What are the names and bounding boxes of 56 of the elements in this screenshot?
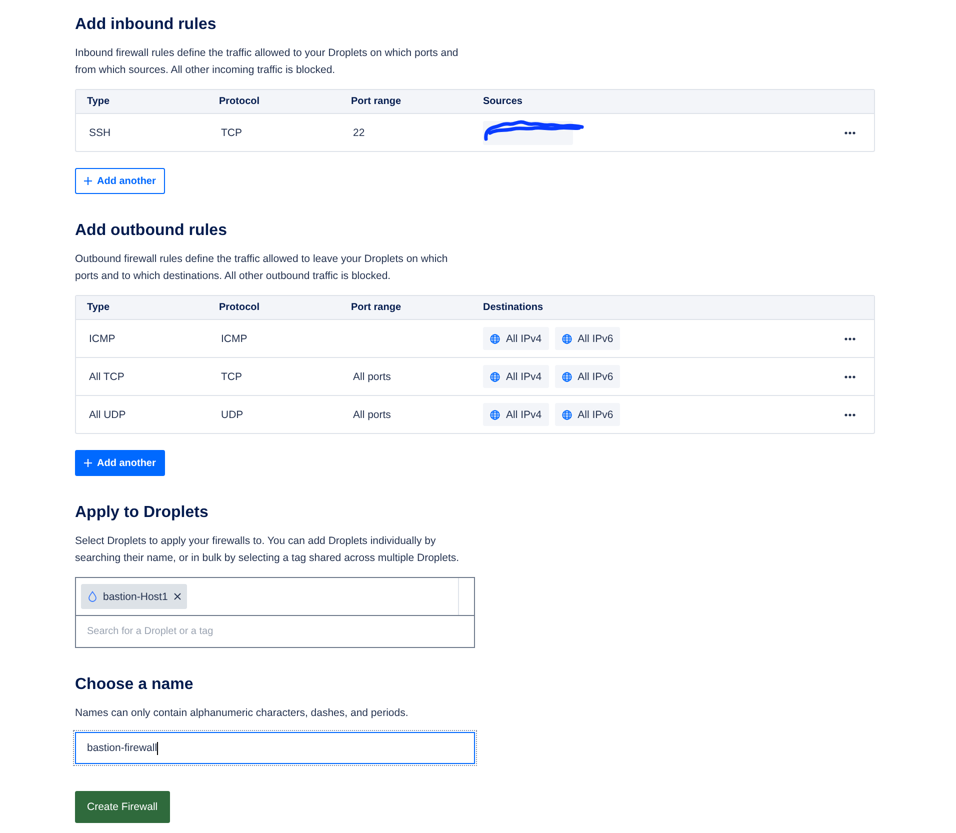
droplet-picker[interactable]: bastion-Host1 Search for a Droplet or a tag [75, 577, 475, 648]
port-range-cell-text: 22 [352, 126, 365, 138]
globe-icon [490, 334, 500, 344]
add-another-button[interactable]: Add another [75, 168, 165, 194]
chip-label: All IPv4 [506, 370, 542, 382]
more-options-icon[interactable] [844, 130, 856, 134]
column-header: Port range [351, 302, 402, 313]
globe-icon [490, 372, 500, 382]
type-cell-text: SSH [88, 126, 111, 138]
globe-icon [562, 410, 572, 420]
protocol-cell-text: UDP [220, 408, 244, 420]
section-title: Add inbound rules [75, 15, 218, 35]
column-header: Type [87, 302, 110, 313]
type-cell-text: All UDP [88, 408, 126, 420]
text-cursor [157, 742, 158, 754]
globe-icon [562, 372, 572, 382]
section-title: Choose a name [75, 675, 194, 695]
section-description: Inbound firewall rules define the traffic allowed to your Droplets on which ports and from which sources. All other incoming traffic is blocked. [75, 46, 460, 78]
type-cell-text: All TCP [88, 370, 124, 382]
chip-label: All IPv4 [506, 332, 542, 344]
column-header: Port range [351, 96, 402, 107]
section-description: Select Droplets to apply your firewalls to. You can add Droplets individually by searching their name, or in bulk by selecting a tag shared across multiple Droplets. [75, 534, 460, 566]
name-input[interactable]: bastion-firewall [75, 732, 475, 764]
port-range-cell-text: All ports [352, 370, 391, 382]
chip-label: All IPv4 [506, 408, 542, 420]
section-title: Apply to Droplets [75, 503, 210, 523]
type-cell-text: ICMP [88, 332, 116, 344]
column-header: Type [87, 96, 110, 107]
section-title: Add outbound rules [75, 221, 228, 241]
create-firewall-button[interactable]: Create Firewall [75, 791, 170, 823]
column-header: Sources [483, 96, 522, 107]
globe-icon [490, 410, 500, 420]
chip-label: All IPv6 [578, 370, 614, 382]
column-header: Destinations [483, 302, 544, 313]
close-icon[interactable] [174, 593, 181, 600]
port-range-cell-text: All ports [352, 408, 391, 420]
chip-label: All IPv6 [578, 408, 614, 420]
chip-label: All IPv6 [578, 332, 614, 344]
scribble-icon [483, 118, 585, 140]
more-options-icon[interactable] [844, 412, 856, 416]
plus-icon [84, 177, 92, 185]
column-header: Protocol [219, 96, 260, 107]
globe-icon [562, 334, 572, 344]
droplet-icon [88, 591, 97, 602]
section-description: Names can only contain alphanumeric characters, dashes, and periods. [75, 706, 410, 721]
protocol-cell-text: TCP [220, 370, 242, 382]
add-another-button[interactable]: Add another [75, 450, 165, 476]
droplet-chip[interactable]: bastion-Host1 [81, 584, 187, 609]
more-options-icon[interactable] [844, 374, 856, 378]
column-header: Protocol [219, 302, 260, 313]
protocol-cell-text: TCP [220, 126, 242, 138]
protocol-cell-text: ICMP [220, 332, 248, 344]
more-options-icon[interactable] [844, 336, 856, 340]
chip-label: bastion-Host1 [103, 590, 168, 602]
plus-icon [84, 459, 92, 467]
section-description: Outbound firewall rules define the traffic allowed to leave your Droplets on which ports and to which destinations. All other outbound traffic is blocked. [75, 252, 449, 284]
